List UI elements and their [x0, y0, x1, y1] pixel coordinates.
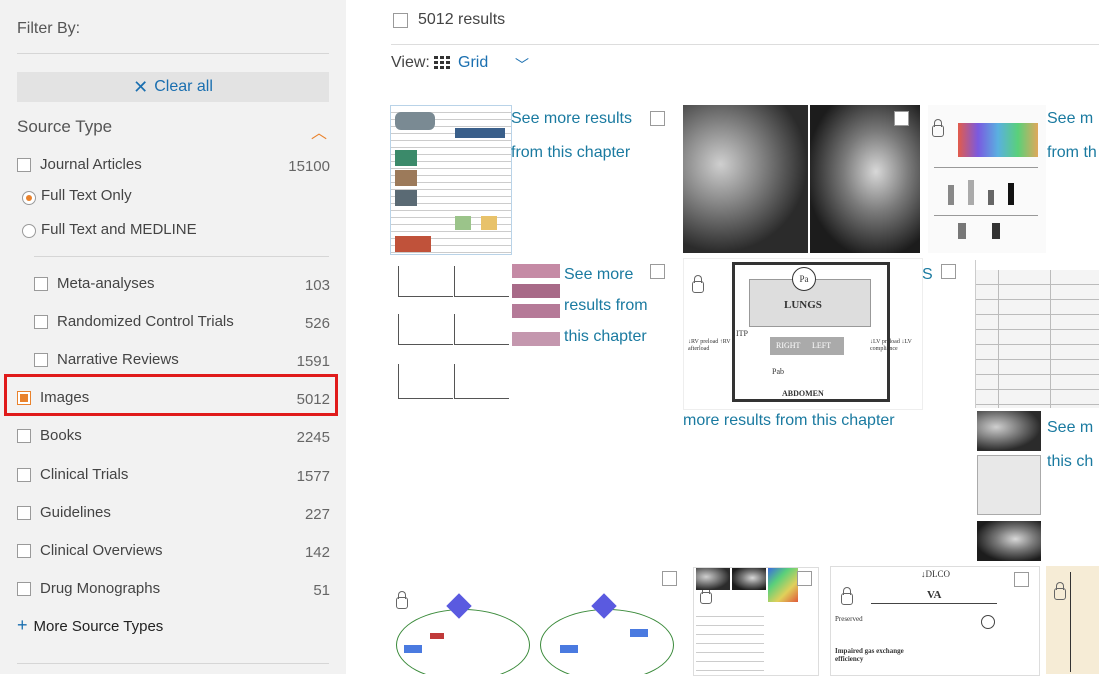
images-filter-highlight-box — [4, 374, 338, 416]
view-label: View: — [391, 54, 430, 71]
result-image-thumbnail[interactable] — [1046, 566, 1099, 674]
select-checkbox[interactable] — [650, 111, 665, 126]
lock-icon — [1054, 582, 1066, 600]
plus-icon: + — [17, 615, 28, 635]
checkbox[interactable] — [34, 315, 48, 329]
source-type-heading: Source Type — [17, 117, 113, 136]
select-checkbox[interactable] — [797, 571, 812, 586]
lock-icon — [396, 591, 408, 609]
see-more-link[interactable]: from this chapter — [511, 141, 630, 165]
results-count: 5012 results — [418, 11, 506, 28]
select-checkbox[interactable] — [894, 111, 909, 126]
grid-icon — [434, 56, 450, 69]
select-checkbox[interactable] — [650, 264, 665, 279]
see-more-link[interactable]: this ch — [1047, 450, 1093, 474]
checkbox[interactable] — [17, 506, 31, 520]
filter-drug-monographs[interactable]: Drug Monographs 51 — [17, 577, 330, 603]
see-more-link[interactable]: more results from this chapter — [683, 409, 895, 433]
checkbox[interactable] — [17, 468, 31, 482]
see-more-link[interactable]: See m — [1047, 107, 1093, 131]
lock-icon — [692, 275, 704, 293]
checkbox[interactable] — [17, 582, 31, 596]
checkbox[interactable] — [34, 277, 48, 291]
see-more-link[interactable]: See more — [564, 263, 633, 287]
radio-label: Full Text and MEDLINE — [41, 221, 197, 238]
divider — [17, 663, 329, 664]
radio-full-text-only[interactable] — [22, 191, 36, 205]
checkbox[interactable] — [17, 544, 31, 558]
result-image-thumbnail[interactable] — [390, 260, 563, 407]
filter-guidelines[interactable]: Guidelines 227 — [17, 501, 330, 527]
chevron-up-icon[interactable]: ︿ — [311, 119, 327, 143]
select-checkbox[interactable] — [941, 264, 956, 279]
result-image-thumbnail[interactable] — [975, 260, 1099, 408]
see-more-link[interactable]: See more results — [511, 107, 632, 131]
result-image-thumbnail[interactable] — [810, 105, 920, 253]
filter-journal-articles[interactable]: Journal Articles 15100 — [17, 153, 330, 179]
filter-by-heading: Filter By: — [17, 20, 81, 37]
result-image-thumbnail[interactable]: Pa LUNGS RIGHT LEFT ITP ↓RV preload ↑RV … — [683, 258, 923, 410]
filter-clinical-trials[interactable]: Clinical Trials 1577 — [17, 463, 330, 489]
see-more-link[interactable]: S — [922, 263, 934, 287]
chevron-down-icon[interactable]: ﹀ — [515, 55, 529, 75]
filter-meta-analyses[interactable]: Meta-analyses 103 — [34, 272, 330, 298]
select-checkbox[interactable] — [1014, 572, 1029, 587]
clear-all-button[interactable]: ✕ Clear all — [17, 72, 329, 102]
filter-narrative-reviews[interactable]: Narrative Reviews 1591 — [34, 348, 330, 374]
filter-clinical-overviews[interactable]: Clinical Overviews 142 — [17, 539, 330, 565]
close-icon: ✕ — [133, 76, 149, 97]
result-image-thumbnail[interactable] — [390, 567, 680, 674]
filter-randomized-control-trials[interactable]: Randomized Control Trials 526 — [34, 310, 330, 336]
see-more-link[interactable]: from th — [1047, 141, 1097, 165]
checkbox[interactable] — [34, 353, 48, 367]
result-image-thumbnail[interactable] — [390, 105, 512, 255]
see-more-link[interactable]: results from — [564, 294, 648, 318]
filter-books[interactable]: Books 2245 — [17, 424, 330, 450]
result-image-thumbnail[interactable] — [975, 411, 1043, 561]
divider — [391, 44, 1099, 45]
lock-icon — [932, 119, 944, 137]
select-checkbox[interactable] — [662, 571, 677, 586]
lock-icon — [841, 587, 853, 605]
divider — [17, 53, 329, 54]
result-image-thumbnail[interactable]: ↓DLCO VA Preserved Impaired gas exchange… — [830, 566, 1040, 676]
divider — [34, 256, 329, 257]
view-mode-dropdown[interactable]: Grid — [458, 54, 488, 72]
radio-label: Full Text Only — [41, 187, 132, 204]
radio-full-text-medline[interactable] — [22, 224, 36, 238]
result-image-thumbnail[interactable] — [928, 105, 1046, 253]
see-more-link[interactable]: this chapter — [564, 325, 647, 349]
lock-icon — [700, 586, 712, 604]
see-more-link[interactable]: See m — [1047, 416, 1093, 440]
checkbox[interactable] — [17, 158, 31, 172]
select-all-checkbox[interactable] — [393, 13, 408, 28]
result-image-thumbnail[interactable] — [683, 105, 808, 253]
filter-sidebar: Filter By: ✕ Clear all Source Type ︿ Jou… — [0, 0, 346, 674]
more-source-types-link[interactable]: + More Source Types — [17, 615, 163, 636]
checkbox[interactable] — [17, 429, 31, 443]
